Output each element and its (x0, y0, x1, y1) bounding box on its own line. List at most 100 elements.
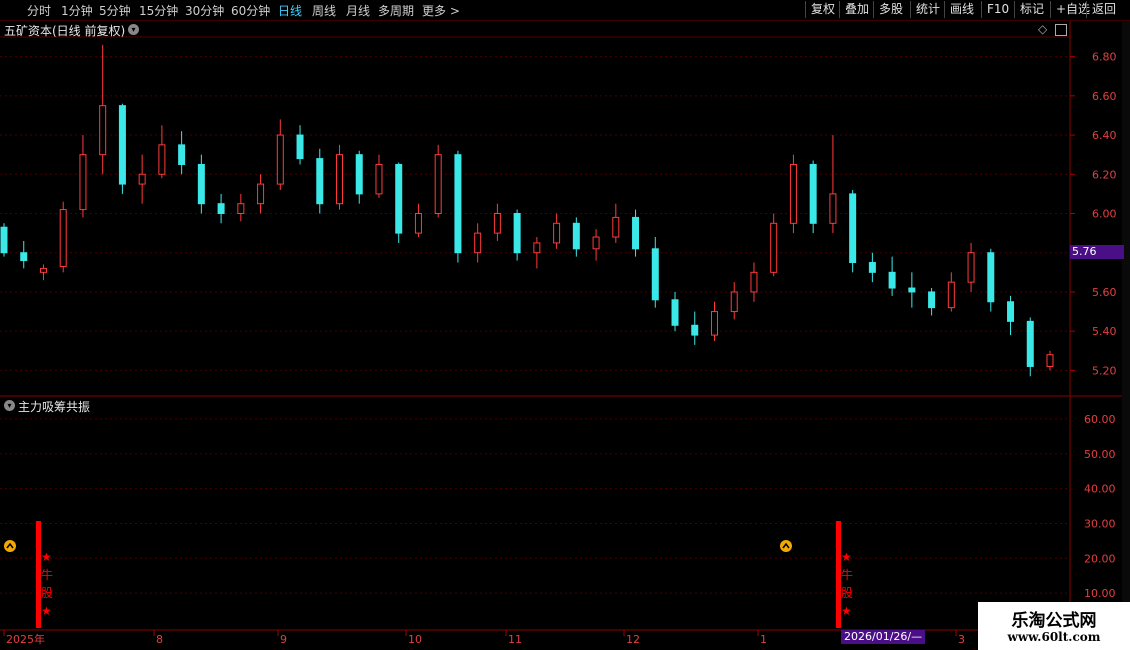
candle-body (138, 173, 146, 185)
signal-text: 牛 (841, 567, 853, 582)
toolbar-button[interactable]: 统计 (910, 1, 945, 18)
time-tick-label: 9 (280, 633, 287, 646)
period-toolbar: 分时 1分钟 5分钟 15分钟 30分钟 60分钟 日线 周线 月线 多周期 更多 > 复权 叠加 多股统… (0, 0, 1130, 21)
time-tick-label: 10 (408, 633, 422, 646)
watermark-name: 乐淘公式网 (1011, 611, 1097, 631)
toolbar-button[interactable]: F10 (981, 1, 1014, 18)
toolbar-button[interactable]: 画线 (944, 1, 979, 18)
toolbar-button[interactable]: 返回 (1086, 1, 1121, 18)
candle-body (928, 291, 936, 309)
signal-text: 牛 (41, 567, 53, 582)
candle-body (375, 163, 383, 195)
period-tab[interactable]: 分时 (27, 2, 51, 19)
candle-body (632, 216, 640, 250)
candle-body (493, 213, 501, 234)
main-gridlines (0, 56, 1070, 371)
watermark-logo: 乐淘公式网 www.60lt.com (978, 602, 1130, 650)
candle-body (454, 154, 462, 254)
up-arrow-icon (780, 540, 792, 552)
candle-body (829, 193, 837, 224)
period-tab[interactable]: 周线 (312, 2, 336, 19)
diamond-icon[interactable]: ◇ (1038, 22, 1047, 36)
side-panel-edge (1122, 20, 1130, 630)
candle-body (395, 163, 403, 234)
candle-body (750, 271, 758, 293)
chevron-down-icon[interactable]: ▾ (4, 400, 15, 411)
candle-body (237, 203, 245, 214)
period-tab[interactable]: 更多 > (422, 2, 460, 19)
candle-body (0, 226, 8, 254)
signal-text: 股 (41, 586, 53, 600)
toolbar-button[interactable]: 叠加 (839, 1, 874, 18)
indicator-axis-ticks: 60.00 50.00 40.00 30.00 20.00 10.00 (1084, 413, 1116, 600)
period-tab[interactable]: 多周期 (378, 2, 414, 19)
crosshair-date-label: 2026/01/26/— (841, 630, 926, 644)
price-tick-label: 5.20 (1092, 364, 1117, 377)
candle-body (967, 252, 975, 283)
candle-body (178, 144, 186, 165)
candle-body (59, 209, 67, 267)
signal-text: ★ (841, 604, 852, 618)
time-tick-label: 3 (958, 633, 965, 646)
price-tick-label: 6.60 (1092, 90, 1117, 103)
period-tab[interactable]: 60分钟 (231, 2, 270, 19)
candle-body (987, 252, 995, 303)
candle-body (197, 163, 205, 205)
price-tick-label: 6.80 (1092, 51, 1117, 64)
candle-body (612, 216, 620, 238)
period-tab[interactable]: 1分钟 (61, 2, 93, 19)
candle-body (671, 299, 679, 326)
candle-body (1026, 320, 1034, 367)
price-tick-label: 6.00 (1092, 208, 1117, 221)
indicator-tick-label: 40.00 (1084, 483, 1116, 496)
period-tab[interactable]: 5分钟 (99, 2, 131, 19)
candle-body (572, 222, 580, 250)
period-tab[interactable]: 15分钟 (139, 2, 178, 19)
indicator-tick-label: 10.00 (1084, 587, 1116, 600)
candle-body (592, 236, 600, 250)
candle-body (296, 134, 304, 160)
candle-body (730, 291, 738, 313)
main-chart-title: 五矿资本(日线 前复权) (4, 24, 126, 38)
period-tab[interactable]: 月线 (346, 2, 370, 19)
candle-body (691, 324, 699, 336)
candle-body (513, 213, 521, 254)
candle-body (651, 248, 659, 301)
candle-body (355, 154, 363, 195)
candle-body (39, 267, 47, 273)
indicator-tick-label: 50.00 (1084, 448, 1116, 461)
signal-markers: ★ 牛股 ★ ★ 牛股 ★ (4, 521, 853, 628)
candle-body (789, 163, 797, 224)
time-tick-label: 8 (156, 633, 163, 646)
candle-body (888, 271, 896, 289)
window-toggle-icon[interactable] (1055, 24, 1067, 36)
chart-canvas[interactable]: 6.806.606.406.206.005.805.605.405.20 60.… (0, 0, 1130, 650)
indicator-tick-label: 30.00 (1084, 517, 1116, 530)
up-arrow-icon (4, 540, 16, 552)
period-tab[interactable]: 30分钟 (185, 2, 224, 19)
candle-body (118, 105, 126, 185)
candle-body (79, 154, 87, 211)
watermark-url: www.60lt.com (1007, 630, 1101, 644)
candle-body (947, 281, 955, 309)
candle-body (414, 213, 422, 234)
candle-body (434, 154, 442, 215)
candle-body (158, 144, 166, 175)
signal-text: ★ (41, 550, 52, 564)
price-tick-label: 6.20 (1092, 168, 1117, 181)
toolbar-button[interactable]: 标记 (1014, 1, 1049, 18)
price-tick-label: 5.60 (1092, 286, 1117, 299)
candle-body (770, 222, 778, 273)
candle-body (710, 311, 718, 336)
candle-body (1007, 301, 1015, 322)
period-tab[interactable]: 日线 (278, 2, 302, 19)
indicator-tick-label: 60.00 (1084, 413, 1116, 426)
price-axis-ticks: 6.806.606.406.206.005.805.605.405.20 (1070, 51, 1117, 377)
time-tick-label: 1 (760, 633, 767, 646)
chevron-down-icon[interactable]: ▾ (128, 24, 139, 35)
price-tick-label: 6.40 (1092, 129, 1117, 142)
toolbar-button[interactable]: 多股 (873, 1, 908, 18)
time-tick-label: 11 (508, 633, 522, 646)
toolbar-button[interactable]: 复权 (805, 1, 840, 18)
candle-body (276, 134, 284, 185)
